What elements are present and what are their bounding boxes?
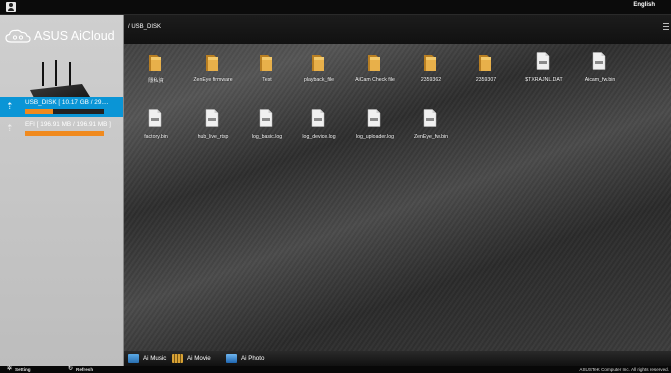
item-label: Aicam_fw.bin bbox=[584, 77, 616, 83]
movie-icon bbox=[172, 354, 183, 363]
breadcrumb[interactable]: / USB_DISK bbox=[128, 24, 161, 30]
refresh-label: Refresh bbox=[76, 367, 94, 372]
file-item[interactable]: log_uploader.log bbox=[347, 107, 403, 153]
device-efi[interactable]: ⇡ EFI [ 196.91 MB / 196.91 MB ] bbox=[0, 119, 123, 139]
device-usb-disk-label: USB_DISK [ 10.17 GB / 29.... bbox=[25, 99, 109, 106]
folder-item[interactable]: Test bbox=[239, 50, 295, 96]
folder-item[interactable]: playback_file bbox=[291, 50, 347, 96]
file-icon bbox=[311, 109, 325, 127]
file-item[interactable]: log_basic.log bbox=[239, 107, 295, 153]
folder-icon bbox=[260, 55, 272, 71]
usb-icon: ⇡ bbox=[6, 123, 14, 133]
item-label: ZenEye_fw.bin bbox=[413, 134, 449, 140]
file-icon bbox=[205, 109, 219, 127]
file-item[interactable]: ZenEye_fw.bin bbox=[403, 107, 459, 153]
ai-movie-label: Ai Movie bbox=[187, 355, 211, 362]
folder-icon bbox=[312, 55, 324, 71]
menu-icon[interactable] bbox=[663, 23, 669, 31]
file-icon bbox=[536, 52, 550, 70]
file-item[interactable]: $TXRAJNL.DAT bbox=[516, 50, 572, 96]
ai-photo-button[interactable]: Ai Photo bbox=[226, 353, 264, 364]
file-item[interactable]: log_device.log bbox=[291, 107, 347, 153]
cloud-icon bbox=[5, 29, 31, 43]
folder-icon bbox=[368, 55, 380, 71]
language-selector[interactable]: English bbox=[633, 2, 655, 8]
file-item[interactable]: Aicam_fw.bin bbox=[572, 50, 628, 96]
folder-item[interactable]: 2359362 bbox=[403, 50, 459, 96]
user-icon[interactable] bbox=[6, 2, 16, 12]
file-browser: / USB_DISK 隱私資 ZenEye firmware Test playbac… bbox=[124, 15, 671, 351]
gear-icon: ✲ bbox=[7, 366, 13, 372]
file-icon bbox=[592, 52, 606, 70]
setting-label: Setting bbox=[15, 367, 31, 372]
sidebar: ASUS AiCloud ⇡ USB_DISK [ 10.17 GB / 29.… bbox=[0, 15, 124, 366]
copyright: ASUSTeK Computer Inc. All rights reserve… bbox=[579, 367, 669, 372]
folder-icon bbox=[479, 55, 491, 71]
footer: ✲ Setting ↻ Refresh ASUSTeK Computer Inc… bbox=[0, 366, 671, 373]
device-efi-label: EFI [ 196.91 MB / 196.91 MB ] bbox=[25, 121, 111, 128]
top-bar: English bbox=[0, 0, 671, 15]
ai-movie-button[interactable]: Ai Movie bbox=[172, 353, 211, 364]
device-usb-disk-usage-bar bbox=[25, 109, 104, 114]
brand-name: ASUS AiCloud bbox=[34, 29, 115, 43]
file-item[interactable]: factory.bin bbox=[128, 107, 184, 153]
device-efi-usage-bar bbox=[25, 131, 104, 136]
setting-button[interactable]: ✲ Setting bbox=[7, 366, 31, 373]
file-icon bbox=[148, 109, 162, 127]
usb-icon: ⇡ bbox=[6, 101, 14, 111]
device-efi-usage-fill bbox=[25, 131, 104, 136]
music-icon bbox=[128, 354, 139, 363]
folder-item[interactable]: ZenEye firmware bbox=[185, 50, 241, 96]
folder-icon bbox=[424, 55, 436, 71]
folder-icon bbox=[206, 55, 218, 71]
media-bar: Ai Music Ai Movie Ai Photo bbox=[124, 351, 671, 366]
file-icon bbox=[259, 109, 273, 127]
brand-logo: ASUS AiCloud bbox=[5, 27, 115, 45]
folder-item[interactable]: AiCam Check file bbox=[347, 50, 403, 96]
ai-music-label: Ai Music bbox=[143, 355, 167, 362]
folder-icon bbox=[149, 55, 161, 71]
device-usb-disk[interactable]: ⇡ USB_DISK [ 10.17 GB / 29.... bbox=[0, 97, 123, 117]
path-bar: / USB_DISK bbox=[124, 15, 671, 44]
file-icon bbox=[423, 109, 437, 127]
folder-item[interactable]: 2359307 bbox=[458, 50, 514, 96]
ai-music-button[interactable]: Ai Music bbox=[128, 353, 166, 364]
file-item[interactable]: hub_live_rtsp bbox=[185, 107, 241, 153]
folder-item[interactable]: 隱私資 bbox=[128, 50, 184, 96]
ai-photo-label: Ai Photo bbox=[241, 355, 265, 362]
file-icon bbox=[367, 109, 381, 127]
refresh-button[interactable]: ↻ Refresh bbox=[68, 366, 93, 373]
device-usb-disk-usage-fill bbox=[25, 109, 53, 114]
refresh-icon: ↻ bbox=[68, 366, 74, 372]
photo-icon bbox=[226, 354, 237, 363]
